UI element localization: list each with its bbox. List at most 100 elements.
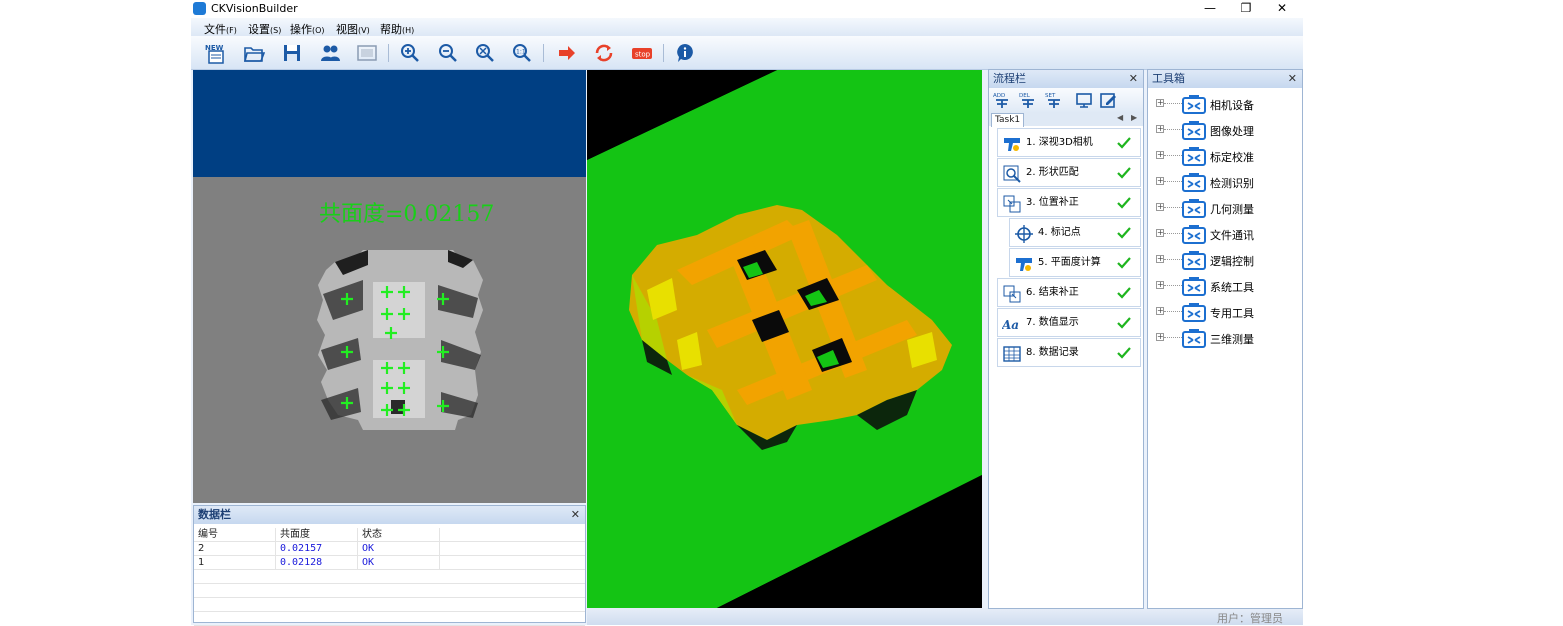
toolbox-close-icon[interactable]: ✕ — [1288, 70, 1297, 88]
menu-view[interactable]: 视图(V) — [336, 21, 370, 37]
run-once-icon[interactable] — [556, 42, 578, 64]
flow-step-label: 5. 平面度计算 — [1038, 257, 1101, 268]
display-icon[interactable] — [1075, 91, 1093, 109]
stop-icon[interactable]: stop — [631, 42, 653, 64]
add-step-icon[interactable]: ADD — [993, 91, 1011, 109]
expand-icon[interactable]: + — [1156, 125, 1164, 133]
menu-operate[interactable]: 操作(O) — [290, 21, 325, 37]
check-icon — [1117, 347, 1131, 359]
flow-step-flatness-calc[interactable]: 5. 平面度计算 — [1009, 248, 1141, 277]
toolbox-item-label: 相机设备 — [1210, 99, 1254, 112]
toolbox-item-camera-device[interactable]: + 相机设备 — [1152, 92, 1300, 116]
flow-panel: 流程栏 ✕ ADD DEL SET Task1 ◀ ▶ 1. 深视3D相机 2.… — [988, 69, 1144, 609]
check-icon — [1117, 167, 1131, 179]
toolbox-category-icon — [1182, 147, 1206, 166]
edit-icon[interactable] — [1099, 91, 1117, 109]
cell-id: 1 — [194, 556, 276, 569]
toolbox-item-system-tools[interactable]: + 系统工具 — [1152, 274, 1300, 298]
check-icon — [1117, 317, 1131, 329]
run-loop-icon[interactable] — [593, 42, 615, 64]
toolbox-category-icon — [1182, 199, 1206, 218]
minimize-button[interactable]: — — [1192, 0, 1228, 18]
toolbox-category-icon — [1182, 95, 1206, 114]
expand-icon[interactable]: + — [1156, 229, 1164, 237]
flow-step-marker-point[interactable]: 4. 标记点 — [1009, 218, 1141, 247]
empty-row — [194, 584, 585, 598]
column-header-id[interactable]: 编号 — [194, 528, 276, 541]
toolbox-item-file-communication[interactable]: + 文件通讯 — [1152, 222, 1300, 246]
toolbox-item-logic-control[interactable]: + 逻辑控制 — [1152, 248, 1300, 272]
close-button[interactable]: ✕ — [1264, 0, 1300, 18]
delete-step-icon[interactable]: DEL — [1019, 91, 1037, 109]
users-icon[interactable] — [319, 42, 341, 64]
expand-icon[interactable]: + — [1156, 307, 1164, 315]
toolbox-category-icon — [1182, 225, 1206, 244]
toolbox-item-label: 逻辑控制 — [1210, 255, 1254, 268]
empty-row — [194, 570, 585, 584]
tab-task1[interactable]: Task1 — [991, 113, 1025, 127]
toolbox-item-geometry-measure[interactable]: + 几何测量 — [1152, 196, 1300, 220]
help-icon[interactable] — [674, 42, 696, 64]
3d-view[interactable] — [587, 70, 982, 608]
flow-step-end-correction[interactable]: 6. 结束补正 — [997, 278, 1141, 307]
table-row[interactable]: 2 0.02157 OK — [194, 542, 585, 556]
open-folder-icon[interactable] — [243, 42, 265, 64]
data-panel-header: 数据栏 ✕ — [194, 506, 585, 524]
menu-help[interactable]: 帮助(H) — [380, 21, 414, 37]
expand-icon[interactable]: + — [1156, 333, 1164, 341]
toolbox-category-icon — [1182, 251, 1206, 270]
flow-step-label: 7. 数值显示 — [1026, 317, 1079, 328]
zoom-fit-icon[interactable] — [474, 42, 496, 64]
data-panel-close-icon[interactable]: ✕ — [571, 506, 580, 524]
save-icon[interactable] — [281, 42, 303, 64]
new-icon[interactable]: NEW — [205, 42, 227, 64]
toolbox-item-3d-measure[interactable]: + 三维测量 — [1152, 326, 1300, 350]
image-view[interactable]: 共面度=0.02157 — [193, 70, 586, 503]
cell-status: OK — [358, 556, 440, 569]
flow-step-shape-match[interactable]: 2. 形状匹配 — [997, 158, 1141, 187]
point-cloud-render — [587, 70, 982, 608]
column-header-flatness[interactable]: 共面度 — [276, 528, 358, 541]
cell-flatness: 0.02128 — [276, 556, 358, 569]
svg-text:Aa: Aa — [1002, 318, 1019, 332]
flow-step-data-record[interactable]: 8. 数据记录 — [997, 338, 1141, 367]
expand-icon[interactable]: + — [1156, 177, 1164, 185]
app-window: CKVisionBuilder — ❐ ✕ 文件(F) 设置(S) 操作(O) … — [191, 0, 1303, 626]
zoom-actual-icon[interactable]: 1:1 — [511, 42, 533, 64]
flow-step-value-display[interactable]: Aa 7. 数值显示 — [997, 308, 1141, 337]
svg-text:ADD: ADD — [993, 93, 1005, 99]
toolbox-title: 工具箱 — [1152, 72, 1185, 85]
toolbox-item-calibration[interactable]: + 标定校准 — [1152, 144, 1300, 168]
flow-toolbar: ADD DEL SET — [989, 88, 1143, 112]
restore-button[interactable]: ❐ — [1228, 0, 1264, 18]
expand-icon[interactable]: + — [1156, 255, 1164, 263]
zoom-out-icon[interactable] — [437, 42, 459, 64]
flow-panel-close-icon[interactable]: ✕ — [1129, 70, 1138, 88]
current-user: 用户：管理员 — [1217, 612, 1283, 625]
flow-step-position-correction[interactable]: 3. 位置补正 — [997, 188, 1141, 217]
flow-panel-header: 流程栏 ✕ — [989, 70, 1143, 88]
expand-icon[interactable]: + — [1156, 99, 1164, 107]
table-row[interactable]: 1 0.02128 OK — [194, 556, 585, 570]
flow-step-3d-camera[interactable]: 1. 深视3D相机 — [997, 128, 1141, 157]
tab-next-icon[interactable]: ▶ — [1131, 113, 1137, 122]
screen-icon[interactable] — [356, 42, 378, 64]
expand-icon[interactable]: + — [1156, 151, 1164, 159]
check-icon — [1117, 197, 1131, 209]
toolbox-item-image-processing[interactable]: + 图像处理 — [1152, 118, 1300, 142]
toolbox-item-special-tools[interactable]: + 专用工具 — [1152, 300, 1300, 324]
menu-file[interactable]: 文件(F) — [204, 21, 237, 37]
flow-step-label: 3. 位置补正 — [1026, 197, 1079, 208]
check-icon — [1117, 137, 1131, 149]
empty-row — [194, 598, 585, 612]
expand-icon[interactable]: + — [1156, 281, 1164, 289]
set-step-icon[interactable]: SET — [1045, 91, 1063, 109]
title-bar: CKVisionBuilder — ❐ ✕ — [191, 0, 1303, 18]
menu-settings[interactable]: 设置(S) — [248, 21, 281, 37]
zoom-in-icon[interactable] — [399, 42, 421, 64]
column-header-status[interactable]: 状态 — [358, 528, 440, 541]
tree-connector — [1164, 207, 1182, 209]
expand-icon[interactable]: + — [1156, 203, 1164, 211]
tab-prev-icon[interactable]: ◀ — [1117, 113, 1123, 122]
toolbox-item-detection[interactable]: + 检测识别 — [1152, 170, 1300, 194]
